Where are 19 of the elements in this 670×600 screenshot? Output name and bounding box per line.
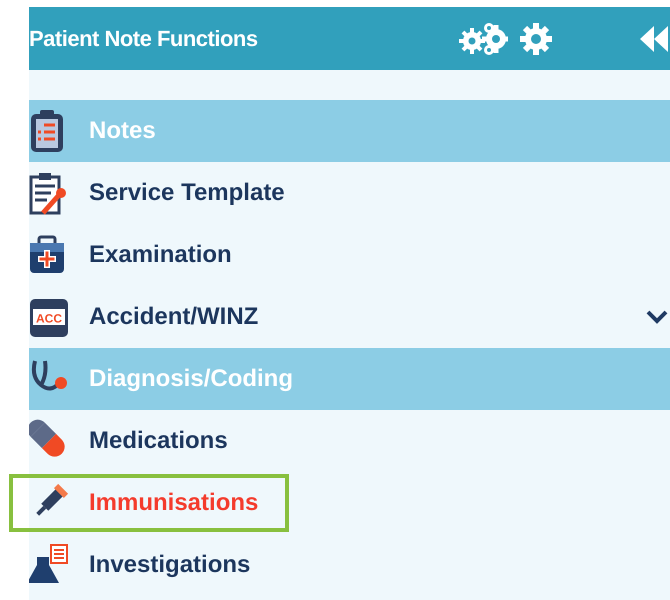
acc-label: ACC xyxy=(36,312,62,326)
item-label: Examination xyxy=(89,241,233,269)
item-label: Immunisations xyxy=(89,489,260,517)
collapse-icon[interactable] xyxy=(638,24,668,54)
item-label: Medications xyxy=(89,427,229,455)
item-label: Notes xyxy=(89,117,157,145)
panel-title: Patient Note Functions xyxy=(29,26,259,52)
menu-item[interactable]: Service Template xyxy=(29,162,670,224)
menu-item[interactable]: Examination xyxy=(29,224,670,286)
item-label: Investigations xyxy=(89,551,252,579)
item-label: Accident/WINZ xyxy=(89,303,260,331)
menu-item[interactable]: ACC Accident/WINZ xyxy=(29,286,670,348)
menu-item[interactable]: Immunisations xyxy=(7,472,291,534)
settings-icon[interactable] xyxy=(518,20,554,56)
chevron-down-icon[interactable] xyxy=(646,310,668,324)
item-label: Diagnosis/Coding xyxy=(89,365,294,393)
item-label: Service Template xyxy=(89,179,286,207)
menu-item[interactable]: Investigations xyxy=(29,534,670,596)
menu-item[interactable]: Medications xyxy=(29,410,670,472)
